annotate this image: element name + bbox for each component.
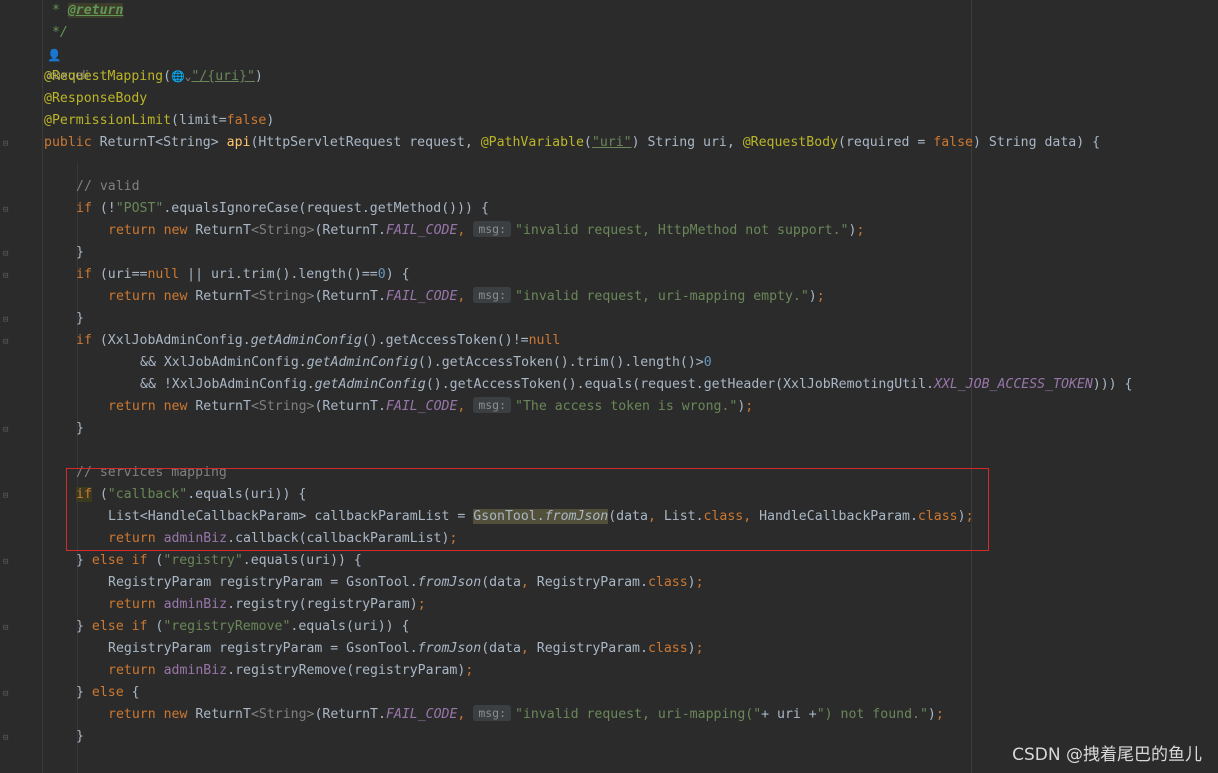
param-hint: msg: xyxy=(473,221,512,237)
fold-icon[interactable]: ⊟ xyxy=(3,492,12,501)
doc-return-tag: @return xyxy=(67,3,124,18)
gutter-divider xyxy=(42,0,43,773)
fold-icon[interactable]: ⊟ xyxy=(3,140,12,149)
code-line: } else if ("registryRemove".equals(uri))… xyxy=(76,619,410,634)
annotation: @PermissionLimit xyxy=(44,113,172,128)
code-line: if (!"POST".equalsIgnoreCase(request.get… xyxy=(76,201,489,216)
fold-icon[interactable]: ⊟ xyxy=(3,250,12,259)
comment: // valid xyxy=(76,179,140,194)
string: "registry" xyxy=(163,553,243,568)
code-line: @RequestMapping(🌐⌄"/{uri}") xyxy=(44,69,263,84)
code-line: // valid xyxy=(76,176,140,198)
param-hint: msg: xyxy=(473,397,512,413)
annotation: @RequestBody xyxy=(742,135,839,150)
doc-comment: * xyxy=(44,3,68,18)
author-hint[interactable]: 👤 xuxueli xyxy=(47,45,89,82)
fold-icon[interactable]: ⊟ xyxy=(3,558,12,567)
editor-gutter xyxy=(0,0,42,773)
person-icon: 👤 xyxy=(47,48,62,62)
code-line: return new ReturnT<String>(ReturnT.FAIL_… xyxy=(108,287,825,304)
string: "invalid request, uri-mapping(" xyxy=(515,707,762,722)
code-line: && XxlJobAdminConfig.getAdminConfig().ge… xyxy=(140,355,712,370)
string: "POST" xyxy=(115,201,164,216)
string: ") not found." xyxy=(816,707,928,722)
code-line: } xyxy=(76,311,84,326)
fold-icon[interactable]: ⊟ xyxy=(3,338,12,347)
url-string[interactable]: "/{uri}" xyxy=(191,69,255,84)
params: (HttpServletRequest request, xyxy=(250,135,481,150)
code-line: } else if ("registry".equals(uri)) { xyxy=(76,553,362,568)
code-line: return adminBiz.registryRemove(registryP… xyxy=(108,663,474,678)
fold-icon[interactable]: ⊟ xyxy=(3,272,12,281)
code-line: } xyxy=(76,245,84,260)
doc-comment-end: */ xyxy=(44,25,68,40)
annotation: @RequestMapping xyxy=(44,69,164,84)
type: ReturnT<String> xyxy=(91,135,227,150)
code-line: return new ReturnT<String>(ReturnT.FAIL_… xyxy=(108,221,865,238)
code-line: * @return xyxy=(44,0,124,22)
code-line: } else { xyxy=(76,685,140,700)
keyword: false xyxy=(933,135,973,150)
code-line: public ReturnT<String> api(HttpServletRe… xyxy=(44,135,1101,150)
string: "invalid request, uri-mapping empty." xyxy=(515,289,809,304)
string: "The access token is wrong." xyxy=(515,399,738,414)
annotation: @PathVariable xyxy=(480,135,584,150)
code-line: } xyxy=(76,421,84,436)
watermark: CSDN @拽着尾巴的鱼儿 xyxy=(1012,745,1202,765)
globe-icon[interactable]: 🌐⌄ xyxy=(171,70,191,83)
keyword: false xyxy=(226,113,267,128)
code-line: RegistryParam registryParam = GsonTool.f… xyxy=(108,575,704,590)
code-line: if (uri==null || uri.trim().length()==0)… xyxy=(76,267,410,282)
string: "registryRemove" xyxy=(163,619,291,634)
params: (required = xyxy=(838,135,934,150)
keyword: public xyxy=(44,135,92,150)
code-line: return new ReturnT<String>(ReturnT.FAIL_… xyxy=(108,397,754,414)
code-line: @ResponseBody xyxy=(44,88,147,110)
arg: limit= xyxy=(179,113,227,128)
fold-icon[interactable]: ⊟ xyxy=(3,734,12,743)
string: "invalid request, HttpMethod not support… xyxy=(515,223,849,238)
annotation-highlight-box xyxy=(66,468,989,551)
code-line: @PermissionLimit(limit=false) xyxy=(44,113,275,128)
fold-icon[interactable]: ⊟ xyxy=(3,624,12,633)
param-hint: msg: xyxy=(473,287,512,303)
annotation: @ResponseBody xyxy=(44,91,148,106)
params: ) String data) { xyxy=(973,135,1101,150)
code-line: RegistryParam registryParam = GsonTool.f… xyxy=(108,641,704,656)
string: "uri" xyxy=(591,135,632,150)
code-line: */ xyxy=(44,22,68,44)
fold-icon[interactable]: ⊟ xyxy=(3,690,12,699)
code-line: && !XxlJobAdminConfig.getAdminConfig().g… xyxy=(140,377,1133,392)
code-line: return adminBiz.registry(registryParam); xyxy=(108,597,426,612)
fold-icon[interactable]: ⊟ xyxy=(3,426,12,435)
code-line: if (XxlJobAdminConfig.getAdminConfig().g… xyxy=(76,333,561,348)
code-line: return new ReturnT<String>(ReturnT.FAIL_… xyxy=(108,705,944,722)
param-hint: msg: xyxy=(473,705,512,721)
method-name: api xyxy=(226,135,251,150)
params: ) String uri, xyxy=(631,135,743,150)
fold-icon[interactable]: ⊟ xyxy=(3,206,12,215)
fold-icon[interactable]: ⊟ xyxy=(3,316,12,325)
code-line: } xyxy=(76,729,84,744)
